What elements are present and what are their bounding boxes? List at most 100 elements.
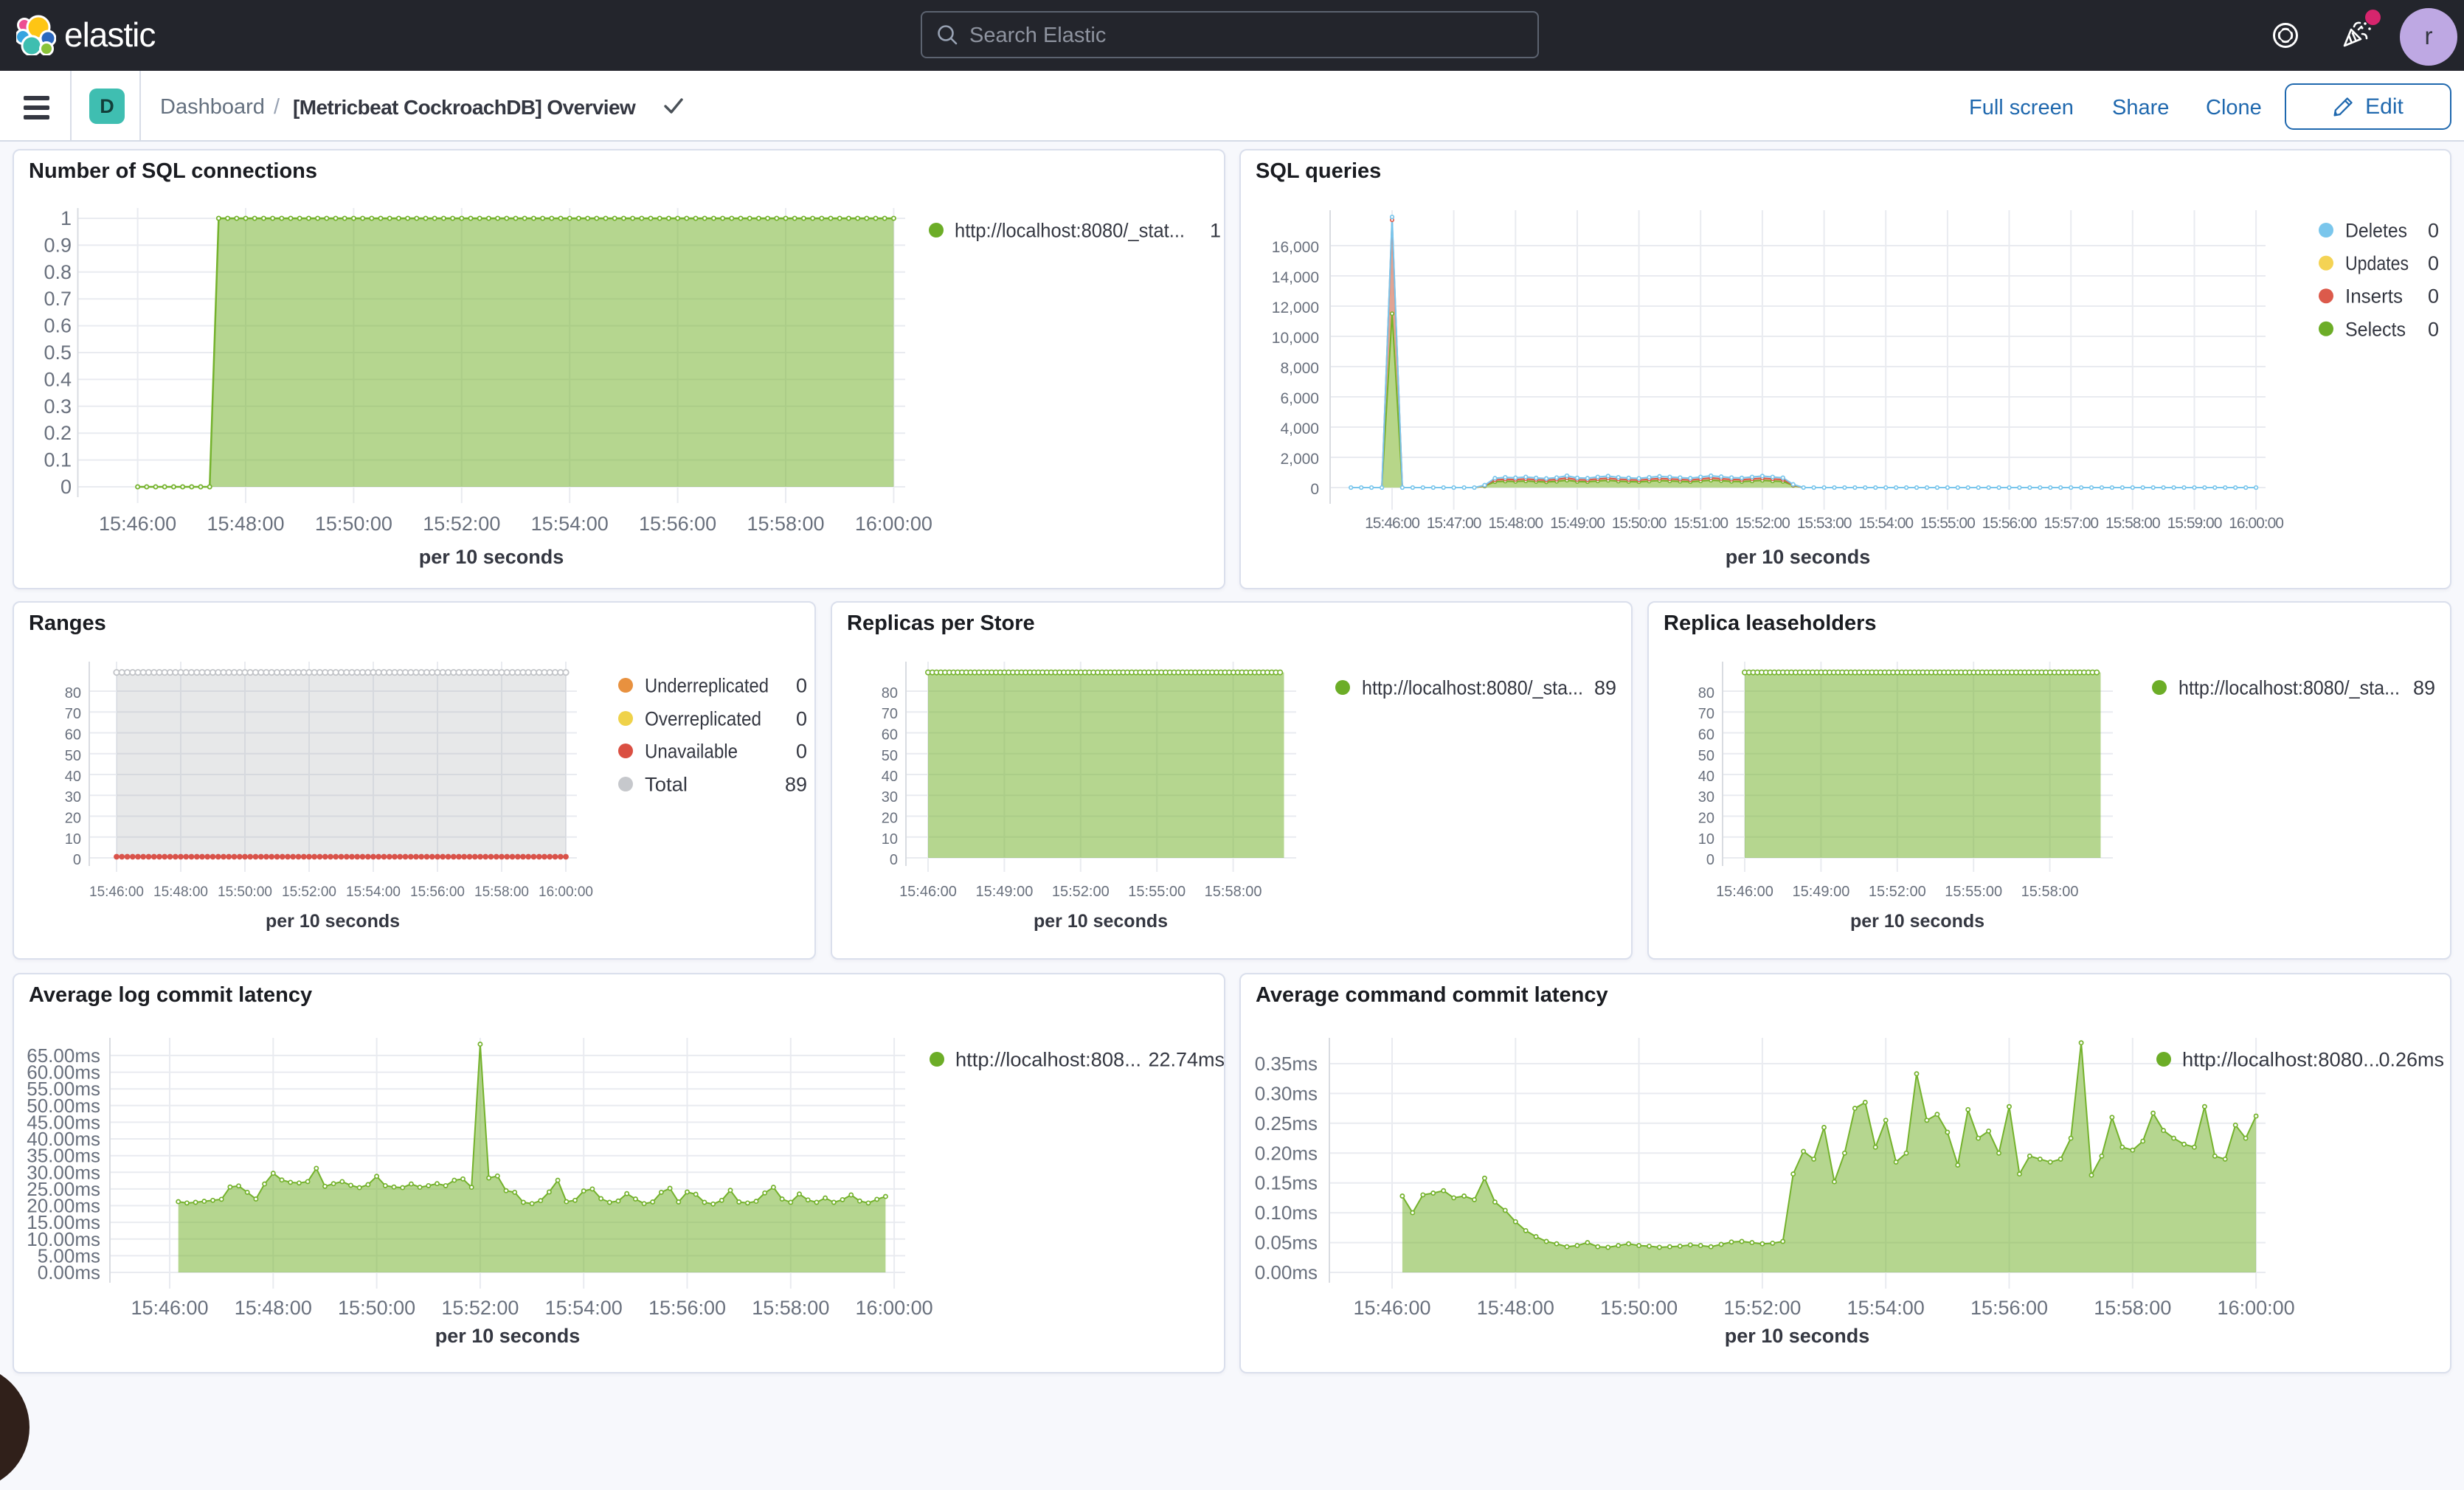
svg-text:15:54:00: 15:54:00 <box>531 513 609 535</box>
svg-text:10,000: 10,000 <box>1272 330 1319 347</box>
svg-text:15:58:00: 15:58:00 <box>474 884 529 900</box>
svg-text:70: 70 <box>882 706 898 722</box>
svg-text:15:46:00: 15:46:00 <box>1716 884 1773 900</box>
svg-text:15:52:00: 15:52:00 <box>423 513 500 535</box>
svg-text:0: 0 <box>2428 220 2439 242</box>
svg-text:2,000: 2,000 <box>1280 451 1319 468</box>
svg-text:12,000: 12,000 <box>1272 299 1319 316</box>
svg-text:15:52:00: 15:52:00 <box>1869 884 1926 900</box>
svg-text:15:54:00: 15:54:00 <box>545 1297 623 1319</box>
svg-text:Deletes: Deletes <box>2345 220 2407 242</box>
svg-text:30: 30 <box>882 789 898 805</box>
svg-text:0: 0 <box>796 708 807 730</box>
svg-text:per 10 seconds: per 10 seconds <box>1726 546 1871 568</box>
svg-text:16:00:00: 16:00:00 <box>856 1297 933 1319</box>
svg-text:70: 70 <box>1698 706 1714 722</box>
svg-text:50: 50 <box>1698 748 1714 764</box>
svg-text:Selects: Selects <box>2345 318 2406 340</box>
svg-text:15:57:00: 15:57:00 <box>2043 515 2098 532</box>
svg-text:15:54:00: 15:54:00 <box>1858 515 1913 532</box>
svg-text:50: 50 <box>65 748 81 764</box>
svg-text:0.6: 0.6 <box>44 315 72 337</box>
svg-text:per 10 seconds: per 10 seconds <box>435 1325 581 1347</box>
svg-text:89: 89 <box>2413 677 2435 699</box>
svg-text:15:56:00: 15:56:00 <box>1982 515 2037 532</box>
svg-text:15:54:00: 15:54:00 <box>346 884 401 900</box>
svg-text:16:00:00: 16:00:00 <box>539 884 593 900</box>
svg-text:http://localhost:8080/_sta...: http://localhost:8080/_sta... <box>1362 677 1583 699</box>
svg-text:0: 0 <box>796 675 807 697</box>
svg-text:Overreplicated: Overreplicated <box>645 708 761 730</box>
svg-text:0: 0 <box>73 852 81 868</box>
svg-text:15:51:00: 15:51:00 <box>1673 515 1728 532</box>
svg-text:15:46:00: 15:46:00 <box>899 884 957 900</box>
svg-text:89: 89 <box>1594 677 1616 699</box>
svg-text:16:00:00: 16:00:00 <box>2229 515 2283 532</box>
svg-text:15:46:00: 15:46:00 <box>1365 515 1419 532</box>
svg-text:15:48:00: 15:48:00 <box>207 513 284 535</box>
svg-text:0: 0 <box>1310 481 1319 498</box>
svg-text:89: 89 <box>785 774 807 796</box>
svg-text:15:58:00: 15:58:00 <box>747 513 824 535</box>
svg-text:20: 20 <box>882 811 898 827</box>
svg-text:20: 20 <box>1698 811 1714 827</box>
svg-text:0.26ms: 0.26ms <box>2378 1049 2444 1071</box>
svg-text:15:52:00: 15:52:00 <box>282 884 336 900</box>
svg-text:15:56:00: 15:56:00 <box>648 1297 726 1319</box>
svg-text:15:58:00: 15:58:00 <box>2105 515 2160 532</box>
svg-text:16:00:00: 16:00:00 <box>855 513 932 535</box>
svg-text:15:48:00: 15:48:00 <box>1477 1297 1554 1319</box>
svg-text:15:50:00: 15:50:00 <box>1600 1297 1678 1319</box>
svg-text:Updates: Updates <box>2345 252 2409 274</box>
svg-text:15:58:00: 15:58:00 <box>2094 1297 2171 1319</box>
svg-text:15:46:00: 15:46:00 <box>99 513 176 535</box>
svg-text:0.7: 0.7 <box>44 288 72 310</box>
svg-text:15:46:00: 15:46:00 <box>1353 1297 1430 1319</box>
svg-text:80: 80 <box>1698 685 1714 701</box>
svg-text:per 10 seconds: per 10 seconds <box>1034 911 1168 932</box>
svg-text:0: 0 <box>796 741 807 763</box>
svg-text:15:48:00: 15:48:00 <box>1488 515 1543 532</box>
svg-text:15:46:00: 15:46:00 <box>131 1297 208 1319</box>
svg-text:per 10 seconds: per 10 seconds <box>1725 1325 1870 1347</box>
svg-text:Total: Total <box>645 774 688 796</box>
svg-text:0.1: 0.1 <box>44 449 72 471</box>
svg-text:15:58:00: 15:58:00 <box>1205 884 1262 900</box>
svg-text:15:49:00: 15:49:00 <box>1550 515 1605 532</box>
svg-text:0.3: 0.3 <box>44 395 72 417</box>
svg-text:4,000: 4,000 <box>1280 420 1319 437</box>
svg-text:0: 0 <box>1706 852 1714 868</box>
svg-text:15:48:00: 15:48:00 <box>235 1297 312 1319</box>
svg-text:30: 30 <box>65 789 81 805</box>
svg-text:http://localhost:8080/_stat...: http://localhost:8080/_stat... <box>955 220 1185 242</box>
svg-text:0.5: 0.5 <box>44 342 72 364</box>
svg-text:60: 60 <box>1698 727 1714 744</box>
svg-text:15:58:00: 15:58:00 <box>2021 884 2079 900</box>
svg-text:per 10 seconds: per 10 seconds <box>266 911 400 932</box>
svg-text:50: 50 <box>882 748 898 764</box>
svg-text:15:52:00: 15:52:00 <box>1723 1297 1801 1319</box>
svg-text:40: 40 <box>1698 769 1714 785</box>
svg-text:15:50:00: 15:50:00 <box>338 1297 415 1319</box>
svg-text:Unavailable: Unavailable <box>645 741 738 763</box>
svg-text:15:50:00: 15:50:00 <box>315 513 392 535</box>
svg-text:15:50:00: 15:50:00 <box>218 884 272 900</box>
svg-text:0.05ms: 0.05ms <box>1255 1232 1318 1254</box>
svg-text:20: 20 <box>65 811 81 827</box>
svg-text:0.30ms: 0.30ms <box>1255 1082 1318 1104</box>
svg-text:15:49:00: 15:49:00 <box>1792 884 1849 900</box>
svg-text:15:56:00: 15:56:00 <box>410 884 465 900</box>
svg-text:15:48:00: 15:48:00 <box>153 884 208 900</box>
svg-text:10: 10 <box>65 831 81 848</box>
svg-text:8,000: 8,000 <box>1280 360 1319 377</box>
svg-text:40: 40 <box>65 769 81 785</box>
svg-text:http://localhost:8080...: http://localhost:8080... <box>2182 1049 2380 1071</box>
svg-text:15:55:00: 15:55:00 <box>1945 884 2002 900</box>
svg-text:80: 80 <box>882 685 898 701</box>
svg-text:15:52:00: 15:52:00 <box>441 1297 519 1319</box>
svg-text:60: 60 <box>882 727 898 744</box>
svg-text:http://localhost:808...: http://localhost:808... <box>955 1049 1141 1071</box>
svg-text:0.00ms: 0.00ms <box>1255 1261 1318 1283</box>
svg-text:Inserts: Inserts <box>2345 285 2403 308</box>
svg-text:40: 40 <box>882 769 898 785</box>
